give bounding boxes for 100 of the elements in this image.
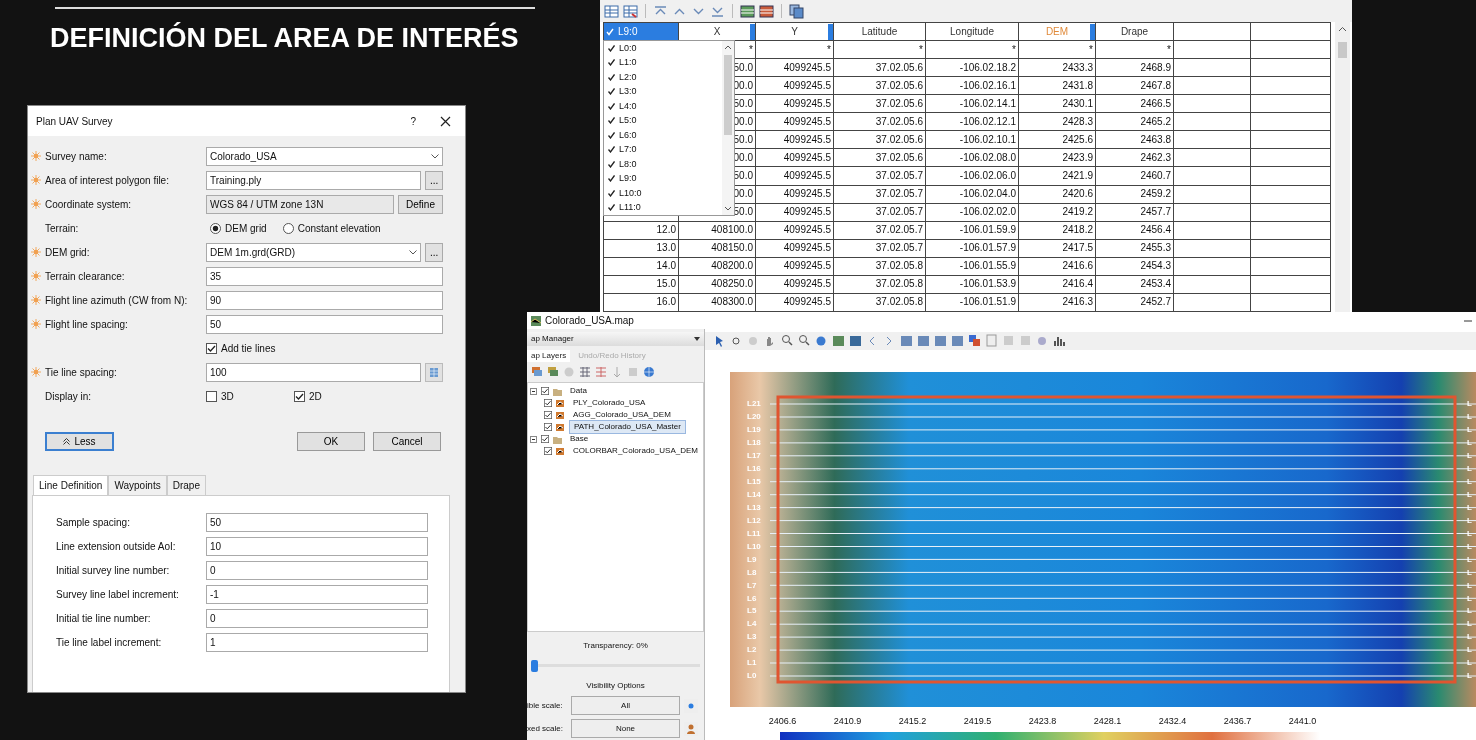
table-cell: 4099245.5 — [783, 260, 831, 272]
help-button[interactable]: ? — [410, 113, 416, 129]
checkbox[interactable] — [544, 447, 552, 455]
collapse-icon[interactable] — [530, 387, 537, 395]
ok-button[interactable]: OK — [297, 432, 365, 451]
checkbox-label[interactable]: 3D — [221, 388, 234, 404]
tab[interactable]: ap Layers — [527, 350, 571, 362]
table-cell: -106.01.55.9 — [959, 260, 1016, 272]
map-icon[interactable] — [832, 333, 845, 348]
table-cell: -106.01.59.9 — [959, 224, 1016, 236]
column-header[interactable]: X — [713, 25, 721, 37]
input-field[interactable]: 0 — [206, 608, 428, 628]
checkbox[interactable] — [544, 423, 552, 431]
window-icon[interactable] — [900, 333, 913, 348]
list-item[interactable]: L6:0 — [604, 128, 722, 143]
column-header[interactable]: Y — [791, 25, 798, 37]
input-field[interactable]: 35 — [206, 266, 443, 286]
close-icon[interactable] — [440, 115, 451, 127]
input-field[interactable]: 90 — [206, 290, 443, 310]
list-item[interactable]: L0:0 — [604, 41, 722, 56]
layer-name[interactable]: AGG_Colorado_USA_DEM — [569, 409, 675, 421]
magnifier-icon[interactable] — [798, 333, 811, 348]
layers-icon[interactable] — [531, 366, 543, 378]
tab[interactable]: Line Definition — [33, 475, 109, 495]
input-field[interactable]: 1 — [206, 632, 428, 652]
list-item[interactable]: L11:0 — [604, 200, 722, 215]
input-field[interactable]: Training.ply — [206, 170, 421, 190]
checkbox[interactable] — [294, 390, 305, 402]
dropdown-field[interactable]: Colorado_USA — [206, 146, 443, 166]
input-field[interactable]: 50 — [206, 512, 428, 532]
checkbox[interactable] — [544, 399, 552, 407]
scrollbar[interactable] — [722, 41, 734, 215]
checkbox[interactable] — [206, 390, 217, 402]
map-icon[interactable] — [849, 333, 862, 348]
scrollbar[interactable] — [1335, 22, 1350, 312]
table-icon[interactable] — [623, 3, 638, 19]
grid-icon[interactable] — [579, 366, 591, 378]
line-label: L10 — [747, 541, 761, 551]
layer-name[interactable]: Base — [566, 433, 593, 445]
checkbox[interactable] — [544, 411, 552, 419]
window-icon[interactable] — [951, 333, 964, 348]
copy-icon[interactable] — [789, 3, 804, 19]
list-item[interactable]: L10:0 — [604, 186, 722, 201]
browse-button[interactable]: ... — [425, 242, 443, 262]
table-cell: 2454.3 — [1140, 260, 1171, 272]
input-field[interactable]: -1 — [206, 584, 428, 604]
input-field[interactable]: 100 — [206, 362, 421, 382]
layers-icon[interactable] — [968, 333, 981, 348]
layer-name[interactable]: Data — [566, 385, 591, 397]
input-field[interactable]: 0 — [206, 560, 428, 580]
layer-name[interactable]: COLORBAR_Colorado_USA_DEM — [569, 445, 702, 457]
list-item[interactable]: L5:0 — [604, 113, 722, 128]
globe-icon[interactable] — [643, 366, 655, 378]
slider-thumb[interactable] — [531, 660, 538, 672]
radio-button[interactable] — [282, 222, 294, 234]
grid-icon[interactable] — [740, 3, 755, 19]
less-button[interactable]: Less — [45, 432, 114, 451]
list-item[interactable]: L7:0 — [604, 142, 722, 157]
input-field[interactable]: 10 — [206, 536, 428, 556]
grid-icon[interactable] — [759, 3, 774, 19]
list-item[interactable]: L3:0 — [604, 84, 722, 99]
chevron-down-icon — [409, 249, 417, 255]
arrow-icon[interactable] — [611, 366, 623, 378]
checkbox-label[interactable]: 2D — [309, 388, 322, 404]
radio-button[interactable] — [210, 222, 221, 234]
input-field[interactable]: All — [571, 696, 680, 715]
table-cell: 14.0 — [656, 260, 676, 272]
magnifier-icon[interactable] — [781, 333, 794, 348]
layer-name[interactable]: PLY_Colorado_USA — [569, 397, 650, 409]
list-item[interactable]: L2:0 — [604, 70, 722, 85]
input-field[interactable]: 50 — [206, 314, 443, 334]
list-item[interactable]: L8:0 — [604, 157, 722, 172]
layers-icon[interactable] — [547, 366, 559, 378]
checkbox-label[interactable]: Add tie lines — [221, 340, 276, 356]
list-item[interactable]: L1:0 — [604, 55, 722, 70]
define-button[interactable]: Define — [398, 194, 443, 214]
tab[interactable]: Waypoints — [108, 475, 167, 495]
radio-label[interactable]: Constant elevation — [297, 220, 381, 236]
layer-name[interactable]: PATH_Colorado_USA_Master — [569, 420, 686, 434]
dropdown-field[interactable]: DEM 1m.grd(GRD) — [206, 242, 421, 262]
window-icon[interactable] — [917, 333, 930, 348]
pin-icon[interactable] — [694, 336, 700, 342]
input-field[interactable]: None — [571, 719, 680, 738]
checkbox[interactable] — [541, 435, 549, 443]
list-item[interactable]: L9:0 — [604, 171, 722, 186]
collapse-icon[interactable] — [530, 435, 537, 443]
table-cell: 37.02.05.6 — [875, 79, 923, 91]
table-cell: 4099245.5 — [783, 188, 831, 200]
table-cell: 2463.8 — [1140, 133, 1171, 145]
table-icon[interactable] — [604, 3, 619, 19]
list-item[interactable]: L4:0 — [604, 99, 722, 114]
tab[interactable]: Drape — [166, 475, 206, 495]
checkbox[interactable] — [206, 342, 217, 354]
checkbox[interactable] — [541, 387, 549, 395]
radio-label[interactable]: DEM grid — [225, 220, 267, 236]
window-icon[interactable] — [934, 333, 947, 348]
input-field[interactable]: WGS 84 / UTM zone 13N — [206, 194, 394, 214]
browse-button[interactable]: ... — [425, 170, 443, 190]
table-cell: 4099245.5 — [783, 224, 831, 236]
cancel-button[interactable]: Cancel — [373, 432, 441, 451]
